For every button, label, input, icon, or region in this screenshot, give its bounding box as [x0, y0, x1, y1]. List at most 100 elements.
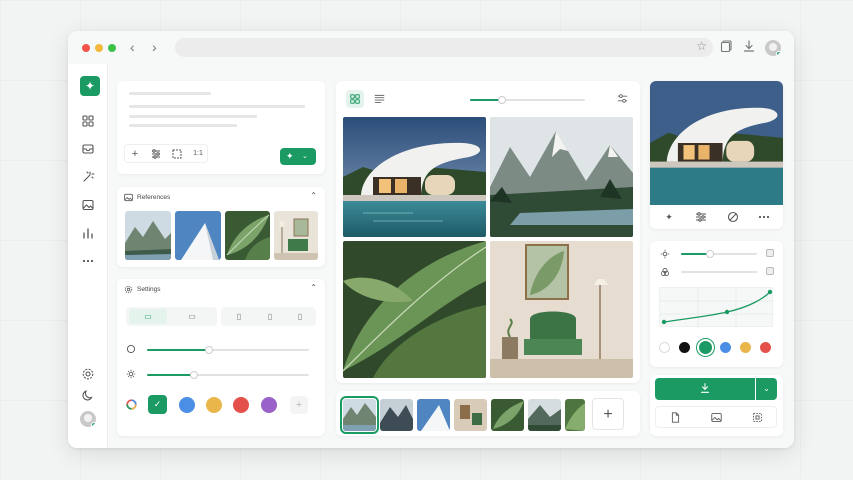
- color-swatch-red[interactable]: [233, 397, 249, 413]
- slider-knob[interactable]: [189, 371, 198, 379]
- mini-swatch-white[interactable]: [659, 342, 670, 353]
- moon-icon[interactable]: [81, 388, 95, 402]
- add-icon[interactable]: +: [128, 147, 142, 161]
- settings-icon[interactable]: [81, 367, 95, 381]
- grid-view-button[interactable]: [346, 90, 364, 108]
- grid-icon[interactable]: [81, 114, 95, 128]
- layout-option-wide-icon[interactable]: ▭: [171, 309, 213, 324]
- zoom-slider[interactable]: [470, 96, 585, 104]
- magic-wand-icon[interactable]: [81, 170, 95, 184]
- slider-knob[interactable]: [204, 346, 213, 354]
- strip-thumbnail-selected[interactable]: [340, 396, 379, 434]
- sparkle-icon[interactable]: ✦: [80, 76, 100, 96]
- close-window-button[interactable]: [82, 44, 90, 52]
- generated-image-mountains[interactable]: [490, 117, 633, 237]
- leaf-image: [491, 399, 524, 431]
- download-button[interactable]: [655, 378, 755, 400]
- add-image-button[interactable]: +: [592, 398, 624, 430]
- inbox-icon[interactable]: [81, 142, 95, 156]
- mini-swatch-yellow[interactable]: [740, 342, 751, 353]
- prompt-text-line: [129, 105, 305, 108]
- frame-icon[interactable]: [170, 147, 184, 161]
- prompt-text-line: [129, 124, 237, 127]
- chevron-up-icon[interactable]: ⌃: [310, 191, 317, 200]
- tabs-icon[interactable]: [720, 39, 734, 53]
- reference-thumbnail[interactable]: [175, 211, 221, 260]
- prompt-toolbar: + 1:1: [124, 144, 208, 163]
- color-swatch-yellow[interactable]: [206, 397, 222, 413]
- minimize-window-button[interactable]: [95, 44, 103, 52]
- brightness-slider[interactable]: [147, 371, 309, 379]
- preview-image[interactable]: [650, 81, 783, 205]
- more-icon[interactable]: [749, 207, 779, 227]
- add-color-button[interactable]: +: [290, 396, 308, 414]
- tone-curve[interactable]: [660, 288, 774, 328]
- ban-icon[interactable]: [718, 207, 748, 227]
- download-icon[interactable]: [742, 39, 756, 53]
- curve-editor[interactable]: [659, 287, 774, 328]
- maximize-window-button[interactable]: [108, 44, 116, 52]
- address-bar[interactable]: ☆: [175, 38, 713, 57]
- curve-point[interactable]: [661, 319, 667, 325]
- reset-checkbox[interactable]: [766, 267, 774, 275]
- reference-thumbnail[interactable]: [225, 211, 270, 260]
- filter-sliders-icon[interactable]: [617, 93, 628, 104]
- mountain-lake-image: [343, 399, 376, 431]
- strip-thumbnail[interactable]: [380, 399, 413, 431]
- aspect-ratio-label[interactable]: 1:1: [191, 147, 205, 161]
- strip-thumbnail[interactable]: [454, 399, 487, 431]
- brightness-icon: [660, 249, 670, 259]
- chevron-up-icon[interactable]: ⌃: [310, 283, 317, 292]
- mini-swatch-red[interactable]: [760, 342, 771, 353]
- device-tablet-icon[interactable]: ▯: [225, 309, 253, 324]
- reset-checkbox[interactable]: [766, 249, 774, 257]
- generated-image-house[interactable]: [343, 117, 486, 237]
- strip-thumbnail[interactable]: [491, 399, 524, 431]
- image-icon[interactable]: [711, 412, 722, 423]
- profile-avatar[interactable]: [80, 411, 96, 427]
- forward-arrow-icon[interactable]: ›: [152, 39, 157, 55]
- strip-thumbnail[interactable]: [565, 399, 585, 431]
- curve-point[interactable]: [767, 289, 773, 295]
- mini-swatch-green-selected[interactable]: [699, 341, 712, 354]
- layout-option-card-icon[interactable]: ▭: [129, 309, 167, 324]
- user-avatar[interactable]: [765, 40, 781, 56]
- contrast-slider[interactable]: [147, 346, 309, 354]
- mountain-valley-image: [490, 117, 633, 237]
- generate-button[interactable]: ✦ ⌄: [280, 148, 316, 165]
- curve-point[interactable]: [724, 309, 730, 315]
- more-icon[interactable]: [81, 254, 95, 268]
- sliders-icon[interactable]: [686, 207, 716, 227]
- sparkle-icon[interactable]: ✦: [654, 207, 684, 227]
- mini-swatch-blue[interactable]: [720, 342, 731, 353]
- download-options-chevron-icon[interactable]: ⌄: [756, 378, 777, 400]
- crop-icon[interactable]: [752, 412, 763, 423]
- architecture-image: [417, 399, 450, 431]
- blend-slider[interactable]: [681, 271, 757, 273]
- list-view-icon[interactable]: [374, 93, 385, 104]
- image-icon[interactable]: [81, 198, 95, 212]
- bar-chart-icon[interactable]: [81, 226, 95, 240]
- green-leaves-image: [343, 241, 486, 378]
- device-small-phone-icon[interactable]: ▯: [286, 309, 314, 324]
- slider-knob[interactable]: [705, 250, 714, 258]
- color-swatch-purple[interactable]: [261, 397, 277, 413]
- generated-image-interior[interactable]: [490, 241, 633, 378]
- file-icon[interactable]: [670, 412, 681, 423]
- back-arrow-icon[interactable]: ‹: [130, 39, 135, 55]
- prompt-text-line: [129, 92, 211, 95]
- color-wheel-icon[interactable]: [126, 399, 137, 410]
- slider-knob[interactable]: [498, 96, 507, 104]
- sliders-icon[interactable]: [149, 147, 163, 161]
- reference-thumbnail[interactable]: [125, 211, 171, 260]
- color-swatch-blue[interactable]: [179, 397, 195, 413]
- device-phone-icon[interactable]: ▯: [256, 309, 284, 324]
- strip-thumbnail[interactable]: [528, 399, 561, 431]
- color-swatch-green-selected[interactable]: ✓: [148, 395, 167, 414]
- mini-swatch-black[interactable]: [679, 342, 690, 353]
- bookmark-star-icon[interactable]: ☆: [696, 39, 707, 53]
- reference-thumbnail[interactable]: [274, 211, 318, 260]
- strip-thumbnail[interactable]: [417, 399, 450, 431]
- brightness-slider[interactable]: [681, 250, 757, 258]
- generated-image-leaves[interactable]: [343, 241, 486, 378]
